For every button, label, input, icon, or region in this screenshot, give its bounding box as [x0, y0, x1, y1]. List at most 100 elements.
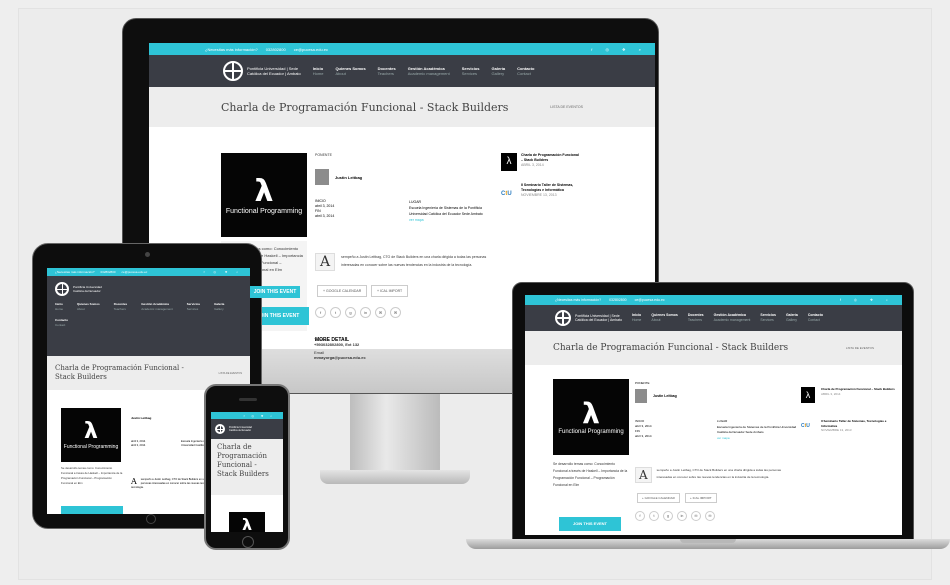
nav-gestion-academica[interactable]: Gestión Académica Academic management	[714, 313, 751, 323]
event-body: A sempeño a Justin Leitbag, CTO de Stack…	[315, 253, 495, 271]
speaker-avatar	[315, 169, 329, 185]
laptop-screen: ¿Necesitas más información? 032802800 ce@p…	[525, 295, 902, 535]
tablet-logo[interactable]: Pontificia Universidad Católica del Ecuad…	[55, 282, 242, 296]
page-title: Charla de Programación Funcional - Stack…	[55, 364, 184, 381]
map-link[interactable]: ver mapa	[409, 217, 495, 223]
related-event-1[interactable]: Charla de Programación Funcional – Stack…	[821, 387, 895, 396]
speaker-name[interactable]: Justin Leitbag	[653, 394, 677, 398]
nav-servicios[interactable]: Servicios Services	[462, 66, 480, 76]
events-list-link[interactable]: LISTA DE EVENTOS	[846, 346, 874, 350]
university-logo[interactable]: Pontificia Universidad | Sede Católica d…	[223, 61, 301, 81]
nav-galeria[interactable]: Galería Gallery	[214, 302, 224, 312]
page-title: Charla de Programación Funcional - Stack…	[221, 100, 509, 114]
nav-contacto[interactable]: Contacto Contact	[55, 318, 68, 328]
info-email[interactable]: ce@pucesa.edu.ec	[294, 47, 328, 52]
google-plus-icon[interactable]: g	[345, 307, 356, 318]
speaker-name[interactable]: Justin Leitbag	[335, 175, 362, 180]
phone-screen: f ◎ ❖ ⌕ Pontificia Universidad Católica d…	[211, 412, 283, 532]
ical-import-button[interactable]: + ICAL IMPORT	[371, 285, 409, 297]
phone-device: f ◎ ❖ ⌕ Pontificia Universidad Católica d…	[204, 384, 290, 550]
speaker-label: PONENTE	[635, 381, 650, 385]
event-image: λ Functional Programming	[221, 153, 307, 237]
logo-emblem-icon	[55, 282, 69, 296]
email-icon[interactable]: ✉	[375, 307, 386, 318]
google-plus-icon[interactable]: g	[663, 511, 673, 521]
event-image: λ Functional Programming	[553, 379, 629, 455]
nav-gestion-academica[interactable]: Gestión Académica Academic management	[141, 302, 173, 312]
tablet-navbar: Pontificia Universidad Católica del Ecuad…	[47, 276, 250, 356]
logo-text: Pontificia Universidad | Sede Católica d…	[247, 66, 301, 76]
google-calendar-button[interactable]: + GOOGLE CALENDAR	[317, 285, 368, 297]
related-event-2[interactable]: II Seminario Taller de Sistemas, Tecnolo…	[821, 419, 895, 433]
nav-docentes[interactable]: Docentes Teachers	[378, 66, 396, 76]
info-phone[interactable]: 032802800	[266, 47, 286, 52]
nav-quienes-somos[interactable]: Quienes Somos About	[77, 302, 100, 312]
related-event-1[interactable]: Charla de Programación Funcional – Stack…	[521, 153, 579, 168]
nav-servicios[interactable]: Servicios Services	[760, 313, 776, 323]
event-image-caption: Functional Programming	[225, 207, 303, 215]
nav-inicio[interactable]: Inicio Home	[55, 302, 63, 312]
email-icon[interactable]: ✉	[691, 511, 701, 521]
ical-import-button[interactable]: + ICAL IMPORT	[685, 493, 717, 503]
speaker-name[interactable]: Justin Leitbag	[131, 416, 151, 420]
nav-gestion-academica[interactable]: Gestión Académica Academic management	[408, 66, 450, 76]
university-logo[interactable]: Pontificia Universidad | Sede Católica d…	[555, 310, 622, 326]
nav-contacto[interactable]: Contacto Contact	[517, 66, 534, 76]
phone-navbar: Pontificia Universidad Católica del Ecuad…	[211, 419, 283, 439]
linkedin-icon[interactable]: in	[360, 307, 371, 318]
related-event-2[interactable]: II Seminario Taller de Sistemas, Tecnolo…	[521, 183, 579, 198]
speaker-avatar	[635, 389, 647, 403]
phone-titlebar: Charla de Programación Funcional - Stack…	[211, 439, 283, 495]
phone-logo[interactable]: Pontificia Universidad Católica del Ecuad…	[215, 424, 252, 434]
event-image: λ	[229, 512, 265, 532]
nav-docentes[interactable]: Docentes Teachers	[114, 302, 128, 312]
laptop-titlebar: Charla de Programación Funcional - Stack…	[525, 331, 902, 365]
events-list-link[interactable]: LISTA DE EVENTOS	[219, 372, 242, 375]
nav-galeria[interactable]: Galería Gallery	[492, 66, 506, 76]
info-question: ¿Necesitas más información?	[205, 46, 258, 52]
page-title: Charla de Programación Funcional - Stack…	[217, 443, 269, 478]
google-calendar-button[interactable]: + GOOGLE CALENDAR	[637, 493, 680, 503]
events-list-link[interactable]: LISTA DE EVENTOS	[550, 105, 583, 109]
nav-docentes[interactable]: Docentes Teachers	[688, 313, 704, 323]
linkedin-icon[interactable]: in	[677, 511, 687, 521]
join-event-button[interactable]	[61, 506, 123, 514]
lambda-icon: λ	[582, 397, 600, 430]
laptop-navbar: Pontificia Universidad | Sede Católica d…	[525, 305, 902, 331]
event-place: LUGAR Escuela Ingeniería de Sistemas de …	[409, 199, 495, 223]
join-event-banner[interactable]: JOIN THIS EVENT	[250, 286, 300, 298]
laptop-device: ¿Necesitas más información? 032802800 ce@p…	[512, 282, 914, 540]
social-icons[interactable]: f ◎ ❖ ⌕	[591, 47, 647, 52]
twitter-icon[interactable]: t	[649, 511, 659, 521]
event-image: λ Functional Programming	[61, 408, 121, 462]
nav-quienes-somos[interactable]: Quienes Somos About	[335, 66, 365, 76]
laptop-topbar: ¿Necesitas más información? 032802800 ce@p…	[525, 295, 902, 305]
event-dates: INICIO abril 3, 2014 FIN abril 3, 2014	[315, 199, 335, 218]
nav-contacto[interactable]: Contacto Contact	[808, 313, 823, 323]
twitter-icon[interactable]: t	[330, 307, 341, 318]
join-event-button[interactable]: JOIN THIS EVENT	[559, 517, 621, 531]
event-description: Se desarrollo temas como: Conocimiento F…	[553, 462, 628, 487]
phone-home-button	[242, 536, 254, 548]
mail-icon[interactable]: ✉	[705, 511, 715, 521]
share-buttons: f t g in ✉ ✉	[315, 307, 401, 318]
related-event-thumb[interactable]: λ	[501, 153, 517, 171]
nav-galeria[interactable]: Galería Gallery	[786, 313, 798, 323]
monitor-stand-base	[320, 470, 470, 484]
nav-inicio[interactable]: Inicio Home	[313, 66, 324, 76]
facebook-icon[interactable]: f	[315, 307, 326, 318]
nav-inicio[interactable]: Inicio Home	[632, 313, 641, 323]
related-event-thumb[interactable]: λ	[801, 387, 815, 403]
cetic-logo[interactable]: CtU	[501, 191, 512, 197]
event-dates: INICIO abril 3, 2014 FIN abril 3, 2014	[635, 419, 652, 438]
event-dates: abril 3, 2014 abril 3, 2014	[131, 440, 146, 447]
facebook-icon[interactable]: f	[635, 511, 645, 521]
contact-details: Teléfono +593032802800, Ext 132 Email mm…	[314, 337, 366, 360]
tablet-home-button	[146, 514, 156, 524]
nav-quienes-somos[interactable]: Quienes Somos About	[651, 313, 677, 323]
nav-servicios[interactable]: Servicios Services	[187, 302, 200, 312]
logo-emblem-icon	[215, 424, 225, 434]
speaker-label: PONENTE	[315, 153, 332, 157]
mail-icon[interactable]: ✉	[390, 307, 401, 318]
cetic-logo[interactable]: CtU	[801, 423, 810, 429]
